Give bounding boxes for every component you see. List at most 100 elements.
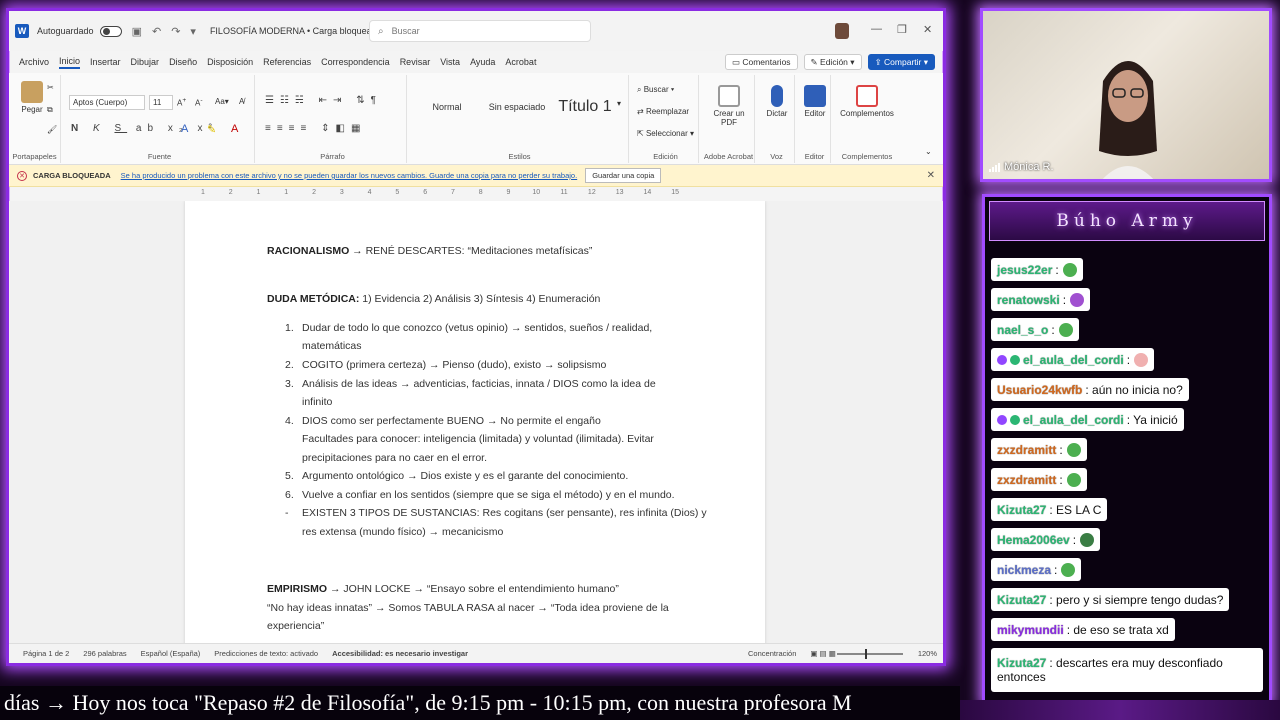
paragraph-group-label: Párrafo	[320, 152, 345, 161]
chat-message: jesus22er:	[991, 258, 1083, 281]
addins-button[interactable]: Complementos	[837, 85, 897, 118]
verified-badge-icon	[1010, 354, 1020, 365]
focus-mode[interactable]: Concentración	[748, 649, 796, 658]
word-count[interactable]: 296 palabras	[83, 649, 126, 658]
word-logo-icon: W	[15, 24, 29, 38]
avatar[interactable]	[835, 23, 849, 39]
autosave-toggle[interactable]	[99, 25, 122, 37]
accessibility-status[interactable]: Accesibilidad: es necesario investigar	[332, 649, 468, 658]
replace-button[interactable]: ⇄ Reemplazar	[637, 107, 689, 116]
editor-group: Editor Editor	[799, 75, 831, 163]
list-item-line: Vuelve a confiar en los sentidos (siempr…	[302, 489, 675, 501]
align-buttons-row[interactable]: ≡≡≡≡ ⇕◧▦	[265, 123, 366, 134]
view-icons[interactable]: ▣ ▤ ▦	[810, 649, 835, 658]
voice-group: Dictar Voz	[759, 75, 795, 163]
document-canvas[interactable]: RACIONALISMO → RENÉ DESCARTES: “Meditaci…	[9, 201, 943, 643]
search-input[interactable]: ⌕ Buscar	[369, 20, 591, 42]
styles-more-icon[interactable]: ▾	[617, 99, 621, 108]
maximize-icon[interactable]: ❐	[897, 23, 907, 36]
style-no-spacing[interactable]: Sin espaciado	[481, 87, 553, 127]
doc-line-tabula-rasa: “No hay ideas innatas” → Somos TABULA RA…	[267, 602, 669, 614]
list-number: 4.	[285, 415, 294, 427]
tab-inicio[interactable]: Inicio	[59, 56, 81, 69]
list-number: 1.	[285, 322, 294, 334]
style-heading-1[interactable]: Título 1	[555, 87, 615, 127]
save-icon[interactable]: ▣	[132, 25, 142, 38]
editing-mode-button[interactable]: ✎ Edición ▾	[803, 54, 862, 70]
customize-toolbar-icon[interactable]: ▾	[190, 25, 196, 38]
tab-disposicion[interactable]: Disposición	[207, 57, 253, 67]
tab-vista[interactable]: Vista	[440, 57, 460, 67]
tab-archivo[interactable]: Archivo	[19, 57, 49, 67]
zoom-level[interactable]: 120%	[918, 649, 937, 658]
addins-grid-icon	[856, 85, 878, 107]
presenter-figure	[1099, 61, 1157, 179]
chat-message: Kizuta27: descartes era muy desconfiado …	[991, 648, 1263, 692]
editor-button[interactable]: Editor	[801, 85, 829, 118]
style-normal[interactable]: Normal	[415, 87, 479, 127]
paragraph-group: ☰☷☵ ⇤⇥ ⇅¶ ≡≡≡≡ ⇕◧▦ Párrafo	[259, 75, 407, 163]
tab-insertar[interactable]: Insertar	[90, 57, 121, 67]
change-case-icon[interactable]: Aa▾	[215, 97, 229, 106]
dictate-button[interactable]: Dictar	[761, 85, 793, 118]
find-button[interactable]: ⌕ Buscar ▾	[637, 85, 674, 95]
cut-icon[interactable]: ✂	[47, 83, 54, 92]
page-count[interactable]: Página 1 de 2	[23, 649, 69, 658]
tab-dibujar[interactable]: Dibujar	[131, 57, 160, 67]
styles-group: Normal Sin espaciado Título 1 ▾ Estilos	[411, 75, 629, 163]
clear-formatting-icon[interactable]: A̸	[239, 97, 244, 106]
list-item-line: res extensa (mundo físico) → mecanicismo	[302, 526, 504, 538]
ruler-mark: 2	[312, 189, 316, 196]
create-pdf-button[interactable]: Crear un PDF	[707, 85, 751, 127]
tab-ayuda[interactable]: Ayuda	[470, 57, 495, 67]
highlight-icon[interactable]: ✎	[207, 123, 216, 136]
minimize-icon[interactable]: —	[871, 23, 882, 35]
font-name-combo[interactable]: Aptos (Cuerpo)	[69, 95, 145, 110]
collapse-ribbon-icon[interactable]: ⌄	[925, 147, 932, 156]
ruler: 1 2 1 1 2 3 4 5 6 7 8 9 10 11 12 13 14 1…	[189, 189, 689, 201]
select-button[interactable]: ⇱ Seleccionar ▾	[637, 129, 694, 138]
list-number: 6.	[285, 489, 294, 501]
copy-icon[interactable]: ⧉	[47, 105, 53, 115]
list-buttons-row[interactable]: ☰☷☵ ⇤⇥ ⇅¶	[265, 95, 382, 106]
banner-message[interactable]: Se ha producido un problema con este arc…	[121, 171, 578, 180]
list-number: 2.	[285, 359, 294, 371]
list-number: 5.	[285, 470, 294, 482]
font-size-combo[interactable]: 11	[149, 95, 173, 110]
grow-font-icon[interactable]: A+	[177, 97, 186, 108]
text-effects-icon[interactable]: A	[181, 123, 188, 135]
tab-acrobat[interactable]: Acrobat	[505, 57, 536, 67]
tab-referencias[interactable]: Referencias	[263, 57, 311, 67]
chat-message: mikymundii: de eso se trata xd	[991, 618, 1175, 641]
format-painter-icon[interactable]: 🖌	[47, 125, 57, 134]
font-format-row[interactable]: N K S ab x₂ x²	[71, 123, 218, 134]
ruler-mark: 9	[506, 189, 511, 196]
text-predictions[interactable]: Predicciones de texto: activado	[214, 649, 318, 658]
language[interactable]: Español (España)	[141, 649, 201, 658]
chat-message: Kizuta27: ES LA C	[991, 498, 1108, 521]
chat-message: Hema2006ev:	[991, 528, 1101, 551]
redo-icon[interactable]: ↷	[171, 25, 180, 38]
zoom-slider[interactable]	[837, 649, 903, 659]
font-color-icon[interactable]: A	[231, 123, 238, 135]
chat-title: Búho Army	[989, 201, 1265, 241]
comments-button[interactable]: ▭ Comentarios	[724, 54, 798, 70]
tab-correspondencia[interactable]: Correspondencia	[321, 57, 390, 67]
banner-close-icon[interactable]: ✕	[927, 170, 935, 181]
chat-message: el_aula_del_cordi: Ya inició	[991, 408, 1184, 431]
shrink-font-icon[interactable]: A-	[195, 97, 203, 108]
chat-panel: Búho Army jesus22er: renatowski: nael_s_…	[982, 194, 1272, 704]
chat-message: renatowski:	[991, 288, 1091, 311]
error-icon: ✕	[17, 170, 27, 181]
tab-revisar[interactable]: Revisar	[400, 57, 431, 67]
document-page[interactable]: RACIONALISMO → RENÉ DESCARTES: “Meditaci…	[185, 201, 765, 643]
ruler-mark: 3	[339, 189, 344, 196]
undo-icon[interactable]: ↶	[152, 25, 161, 38]
tab-diseno[interactable]: Diseño	[169, 57, 197, 67]
paste-button[interactable]: Pegar	[17, 81, 47, 114]
menu-bar: Archivo Inicio Insertar Dibujar Diseño D…	[9, 51, 943, 73]
save-copy-button[interactable]: Guardar una copia	[585, 168, 662, 183]
document-title[interactable]: FILOSOFÍA MODERNA • Carga bloqueada	[210, 26, 382, 36]
close-icon[interactable]: ✕	[923, 23, 932, 36]
share-button[interactable]: ⇪ Compartir ▾	[867, 54, 935, 70]
